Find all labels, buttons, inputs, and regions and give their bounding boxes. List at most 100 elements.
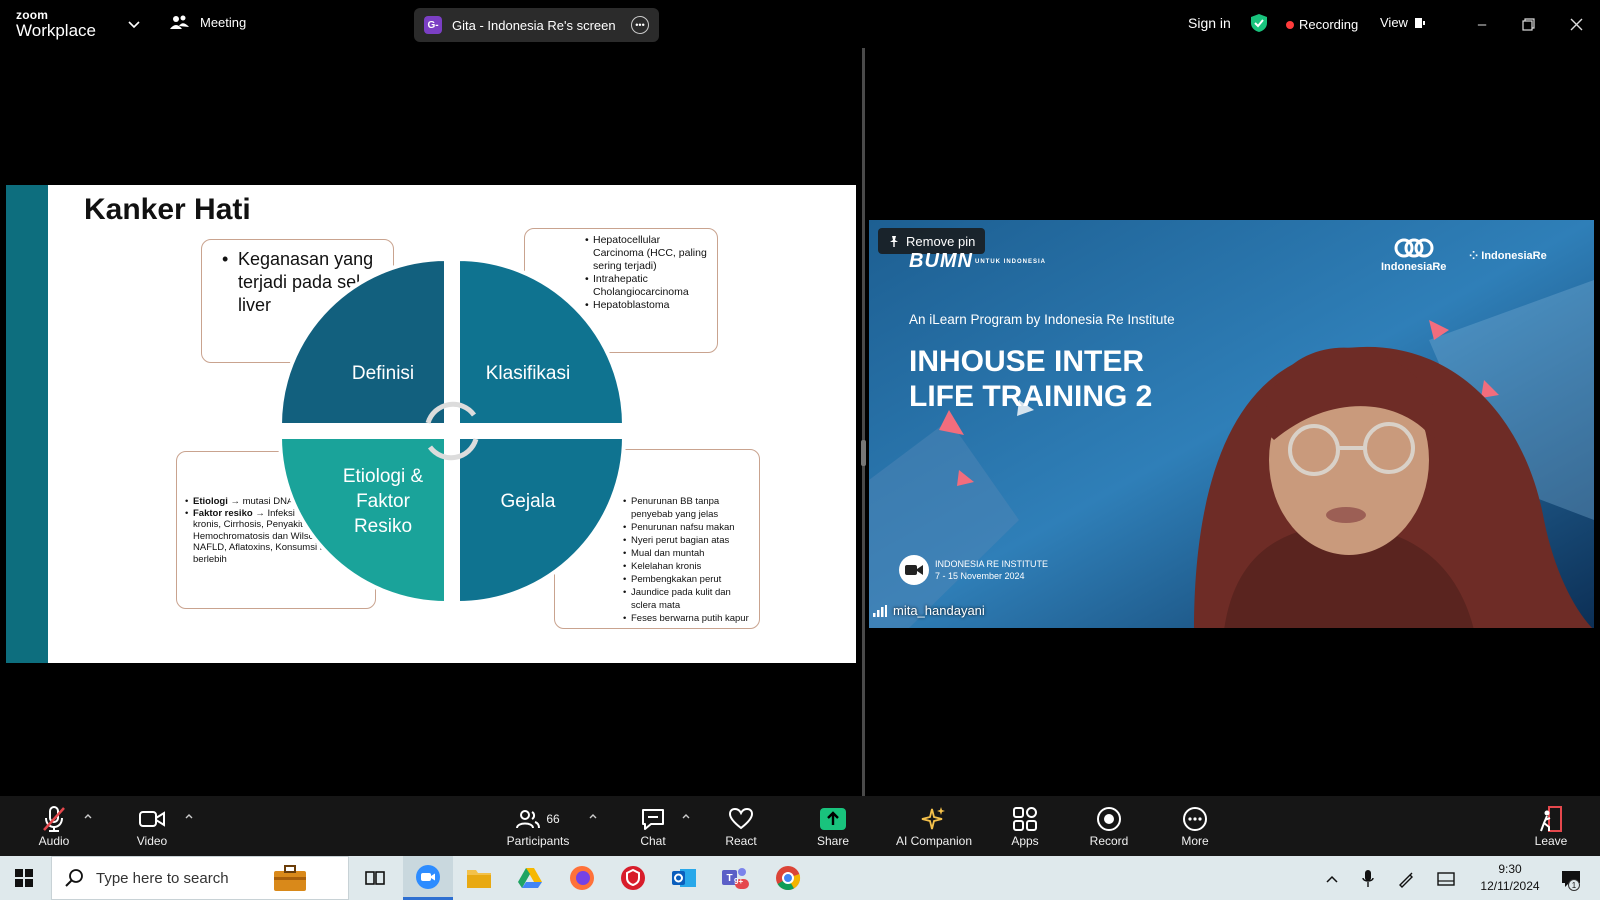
- video-button[interactable]: Video: [133, 804, 171, 848]
- indonesia-re-institute-logo: ⁘ IndonesiaRe: [1469, 249, 1547, 262]
- pen-tray-icon[interactable]: [1394, 867, 1418, 891]
- close-icon[interactable]: [1564, 12, 1588, 36]
- gejala-item: Mual dan muntah: [623, 547, 753, 560]
- participant-video-tile[interactable]: Remove pin BUMN UNTUK INDONESIA Indonesia…: [869, 220, 1594, 628]
- apps-button[interactable]: Apps: [1005, 804, 1045, 848]
- participant-name-bar: mita_handayani: [873, 603, 985, 618]
- search-icon: [65, 869, 83, 887]
- zoom-app-icon: [416, 864, 440, 889]
- meeting-menu[interactable]: Meeting: [170, 14, 246, 30]
- shield-check-icon[interactable]: [1250, 13, 1268, 33]
- more-options-icon[interactable]: •••: [631, 16, 649, 34]
- meeting-label: Meeting: [200, 14, 247, 30]
- search-placeholder: Type here to search: [96, 869, 229, 887]
- teams-icon[interactable]: T 9+: [716, 862, 756, 894]
- sign-in-link[interactable]: Sign in: [1188, 15, 1231, 31]
- event-date: 7 - 15 November 2024: [935, 571, 1025, 581]
- pin-icon: [890, 236, 898, 247]
- signal-bars-icon: [873, 604, 887, 617]
- apps-grid-icon: [1013, 807, 1037, 831]
- gejala-item: Jaundice pada kulit dan sclera mata: [623, 586, 753, 612]
- video-label: Video: [136, 834, 168, 848]
- headline-line-2: LIFE TRAINING 2: [909, 380, 1153, 413]
- share-button[interactable]: Share: [813, 804, 853, 848]
- indonesia-re-logo: IndonesiaRe: [1381, 238, 1446, 273]
- audio-label: Audio: [38, 834, 70, 848]
- indonesia-re-logo-icon: [1394, 238, 1434, 258]
- people-icon: [170, 15, 189, 29]
- ai-companion-button[interactable]: AI Companion: [890, 804, 978, 848]
- participants-button[interactable]: 66 Participants: [503, 804, 573, 848]
- heart-icon: [728, 807, 754, 830]
- restore-icon[interactable]: [1516, 12, 1540, 36]
- quadrant-label-gejala: Gejala: [501, 491, 556, 512]
- audio-options-chevron-up-icon[interactable]: [82, 810, 94, 822]
- bumn-logo: BUMN UNTUK INDONESIA: [909, 250, 1046, 273]
- arrow-icon: →: [230, 496, 240, 507]
- participant-name: mita_handayani: [893, 603, 985, 618]
- minimize-icon[interactable]: –: [1470, 12, 1494, 36]
- chat-button[interactable]: Chat: [633, 804, 673, 848]
- indonesia-re-institute-logo-text: IndonesiaRe: [1481, 250, 1547, 262]
- screen-share-indicator[interactable]: G- Gita - Indonesia Re's screen •••: [414, 8, 659, 42]
- windows-start-icon[interactable]: [4, 862, 44, 894]
- clock-date: 12/11/2024: [1480, 879, 1540, 893]
- leave-button[interactable]: Leave: [1532, 804, 1570, 848]
- apps-label: Apps: [1011, 834, 1039, 848]
- split-divider[interactable]: [862, 48, 865, 796]
- briefcase-icon: [273, 865, 306, 891]
- event-organizer: INDONESIA RE INSTITUTE: [935, 559, 1049, 569]
- notification-center-icon[interactable]: 1: [1556, 867, 1586, 891]
- quadrant-definisi: [277, 256, 448, 427]
- headline-line-1: INHOUSE INTER: [909, 345, 1145, 378]
- record-icon: [1097, 807, 1121, 831]
- record-dot-icon: [1286, 20, 1294, 29]
- react-button[interactable]: React: [721, 804, 761, 848]
- gejala-item: Pembengkakan perut: [623, 573, 753, 586]
- chat-bubble-icon: [642, 809, 664, 830]
- video-options-chevron-up-icon[interactable]: [183, 810, 195, 822]
- title-bar: zoom Workplace Meeting G- Gita - Indones…: [0, 0, 1600, 48]
- file-explorer-icon[interactable]: [459, 862, 499, 894]
- participants-label: Participants: [506, 834, 570, 848]
- quadrant-klasifikasi: [456, 256, 627, 427]
- gejala-item: Penurunan nafsu makan: [623, 521, 753, 534]
- show-hidden-icons-chevron-icon[interactable]: [1320, 867, 1344, 891]
- chrome-icon[interactable]: [768, 862, 808, 894]
- quadrant-label-etiologi-2: Faktor: [356, 491, 411, 512]
- more-button[interactable]: More: [1175, 804, 1215, 848]
- participants-options-chevron-up-icon[interactable]: [587, 810, 599, 822]
- view-menu[interactable]: View: [1380, 15, 1426, 30]
- chevron-down-icon[interactable]: [126, 16, 142, 32]
- taskbar-clock[interactable]: 9:30 12/11/2024: [1470, 861, 1550, 895]
- outlook-icon[interactable]: [664, 862, 704, 894]
- participants-icon: [516, 810, 541, 829]
- quadrant-gejala: [456, 435, 627, 605]
- chat-options-chevron-up-icon[interactable]: [680, 810, 692, 822]
- taskbar-search-box[interactable]: Type here to search: [51, 856, 349, 900]
- google-drive-icon[interactable]: [510, 862, 550, 894]
- microphone-muted-icon: [43, 806, 65, 832]
- divider-drag-handle[interactable]: [861, 440, 866, 466]
- recording-indicator[interactable]: Recording: [1286, 17, 1358, 32]
- firefox-icon[interactable]: [562, 862, 602, 894]
- audio-button[interactable]: Audio: [35, 804, 73, 848]
- antivirus-shield-icon[interactable]: [613, 862, 653, 894]
- faktor-label: Faktor resiko: [193, 507, 253, 519]
- microphone-tray-icon[interactable]: [1356, 867, 1380, 891]
- gejala-item: Feses berwarna putih kapur: [623, 612, 753, 625]
- zoom-workplace-logo[interactable]: zoom Workplace: [16, 9, 96, 39]
- gejala-item: Penurunan BB tanpa penyebab yang jelas: [623, 495, 753, 521]
- shared-screen-slide[interactable]: Kanker Hati Keganasan yang terjadi pada …: [6, 185, 856, 663]
- quadrant-label-definisi: Definisi: [352, 363, 414, 384]
- touch-keyboard-icon[interactable]: [1434, 867, 1458, 891]
- taskbar-zoom-app[interactable]: [403, 856, 453, 900]
- video-camera-icon: [139, 811, 165, 827]
- recording-label: Recording: [1299, 17, 1359, 32]
- program-text: An iLearn Program by Indonesia Re Instit…: [909, 312, 1175, 327]
- training-headline: INHOUSE INTER LIFE TRAINING 2: [909, 344, 1152, 414]
- task-view-icon[interactable]: [355, 862, 395, 894]
- grid-dots-icon: ⁘: [1469, 250, 1479, 262]
- leave-label: Leave: [1534, 834, 1568, 848]
- record-button[interactable]: Record: [1088, 804, 1130, 848]
